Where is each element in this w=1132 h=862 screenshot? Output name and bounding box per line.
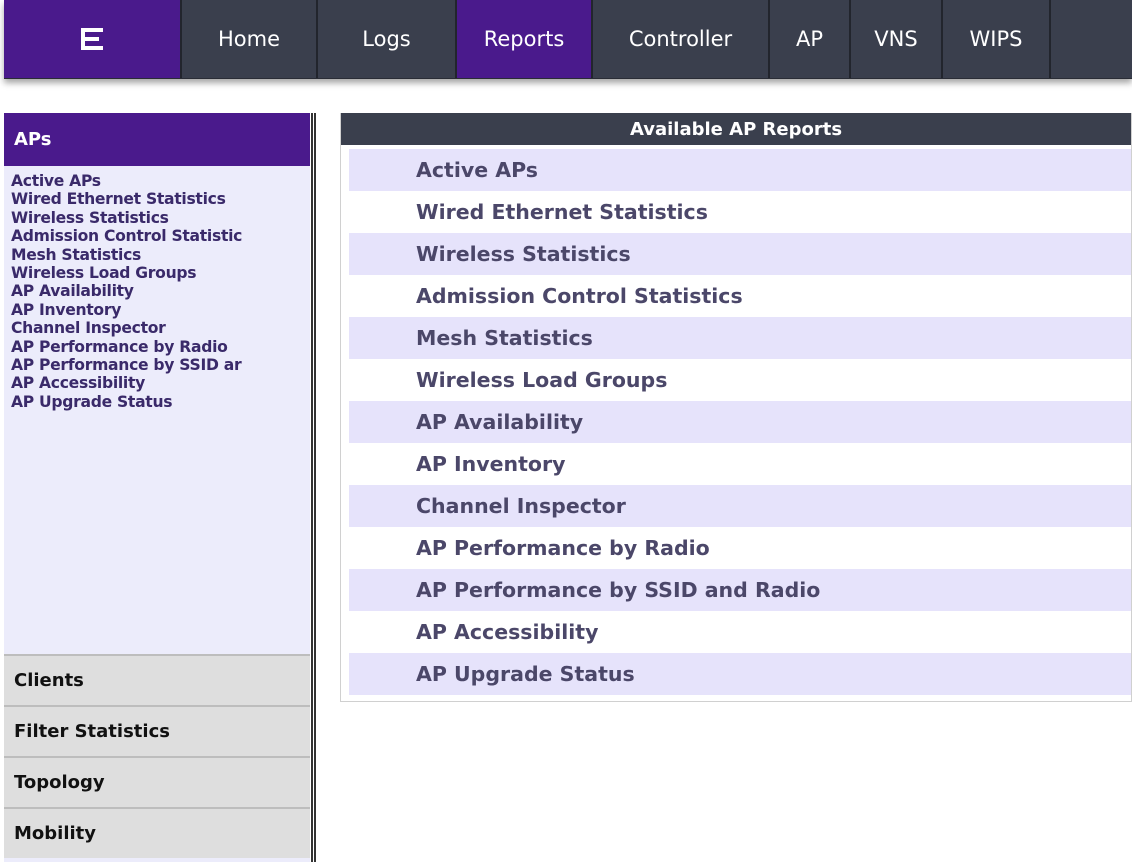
sidebar-item-ap-performance-by-radio[interactable]: AP Performance by Radio bbox=[11, 338, 310, 356]
report-link-admission-control-statistics[interactable]: Admission Control Statistics bbox=[349, 275, 1131, 317]
sidebar-item-active-aps[interactable]: Active APs bbox=[11, 172, 310, 190]
report-list: Active APs Wired Ethernet Statistics Wir… bbox=[341, 145, 1131, 695]
report-link-wireless-statistics[interactable]: Wireless Statistics bbox=[349, 233, 1131, 275]
report-link-ap-upgrade-status[interactable]: AP Upgrade Status bbox=[349, 653, 1131, 695]
tab-controller[interactable]: Controller bbox=[593, 0, 770, 78]
report-link-ap-performance-by-radio[interactable]: AP Performance by Radio bbox=[349, 527, 1131, 569]
extreme-logo-icon bbox=[81, 28, 103, 50]
tab-home[interactable]: Home bbox=[182, 0, 318, 78]
tab-reports[interactable]: Reports bbox=[457, 0, 593, 78]
sidebar-item-wired-ethernet-statistics[interactable]: Wired Ethernet Statistics bbox=[11, 190, 310, 208]
top-nav-bar: Home Logs Reports Controller AP VNS WIPS bbox=[4, 0, 1132, 79]
report-link-wired-ethernet-statistics[interactable]: Wired Ethernet Statistics bbox=[349, 191, 1131, 233]
sidebar-section-aps[interactable]: APs bbox=[4, 113, 310, 166]
sidebar-splitter[interactable] bbox=[311, 113, 316, 862]
sidebar-item-ap-availability[interactable]: AP Availability bbox=[11, 282, 310, 300]
sidebar-section-mobility[interactable]: Mobility bbox=[4, 807, 310, 858]
report-link-mesh-statistics[interactable]: Mesh Statistics bbox=[349, 317, 1131, 359]
report-link-ap-accessibility[interactable]: AP Accessibility bbox=[349, 611, 1131, 653]
home-logo[interactable] bbox=[4, 0, 182, 78]
sidebar-item-wireless-statistics[interactable]: Wireless Statistics bbox=[11, 209, 310, 227]
tab-logs[interactable]: Logs bbox=[318, 0, 457, 78]
reports-sidebar: APs Active APs Wired Ethernet Statistics… bbox=[4, 113, 310, 862]
sidebar-item-ap-upgrade-status[interactable]: AP Upgrade Status bbox=[11, 393, 310, 411]
panel-title: Available AP Reports bbox=[341, 113, 1131, 145]
sidebar-item-ap-accessibility[interactable]: AP Accessibility bbox=[11, 374, 310, 392]
report-link-ap-performance-by-ssid-and-radio[interactable]: AP Performance by SSID and Radio bbox=[349, 569, 1131, 611]
sidebar-ap-report-list: Active APs Wired Ethernet Statistics Wir… bbox=[4, 166, 310, 654]
sidebar-item-admission-control-statistics[interactable]: Admission Control Statistic bbox=[11, 227, 310, 245]
sidebar-section-filter-statistics[interactable]: Filter Statistics bbox=[4, 705, 310, 756]
tab-vns[interactable]: VNS bbox=[851, 0, 943, 78]
tab-wips[interactable]: WIPS bbox=[943, 0, 1051, 78]
sidebar-section-clients[interactable]: Clients bbox=[4, 654, 310, 705]
report-link-ap-availability[interactable]: AP Availability bbox=[349, 401, 1131, 443]
available-ap-reports-panel: Available AP Reports Active APs Wired Et… bbox=[340, 113, 1132, 702]
report-link-ap-inventory[interactable]: AP Inventory bbox=[349, 443, 1131, 485]
sidebar-item-mesh-statistics[interactable]: Mesh Statistics bbox=[11, 246, 310, 264]
report-link-channel-inspector[interactable]: Channel Inspector bbox=[349, 485, 1131, 527]
sidebar-section-topology[interactable]: Topology bbox=[4, 756, 310, 807]
tab-ap[interactable]: AP bbox=[770, 0, 851, 78]
sidebar-item-ap-performance-by-ssid-and-radio[interactable]: AP Performance by SSID ar bbox=[11, 356, 310, 374]
report-link-wireless-load-groups[interactable]: Wireless Load Groups bbox=[349, 359, 1131, 401]
sidebar-item-ap-inventory[interactable]: AP Inventory bbox=[11, 301, 310, 319]
sidebar-item-wireless-load-groups[interactable]: Wireless Load Groups bbox=[11, 264, 310, 282]
report-link-active-aps[interactable]: Active APs bbox=[349, 149, 1131, 191]
sidebar-item-channel-inspector[interactable]: Channel Inspector bbox=[11, 319, 310, 337]
